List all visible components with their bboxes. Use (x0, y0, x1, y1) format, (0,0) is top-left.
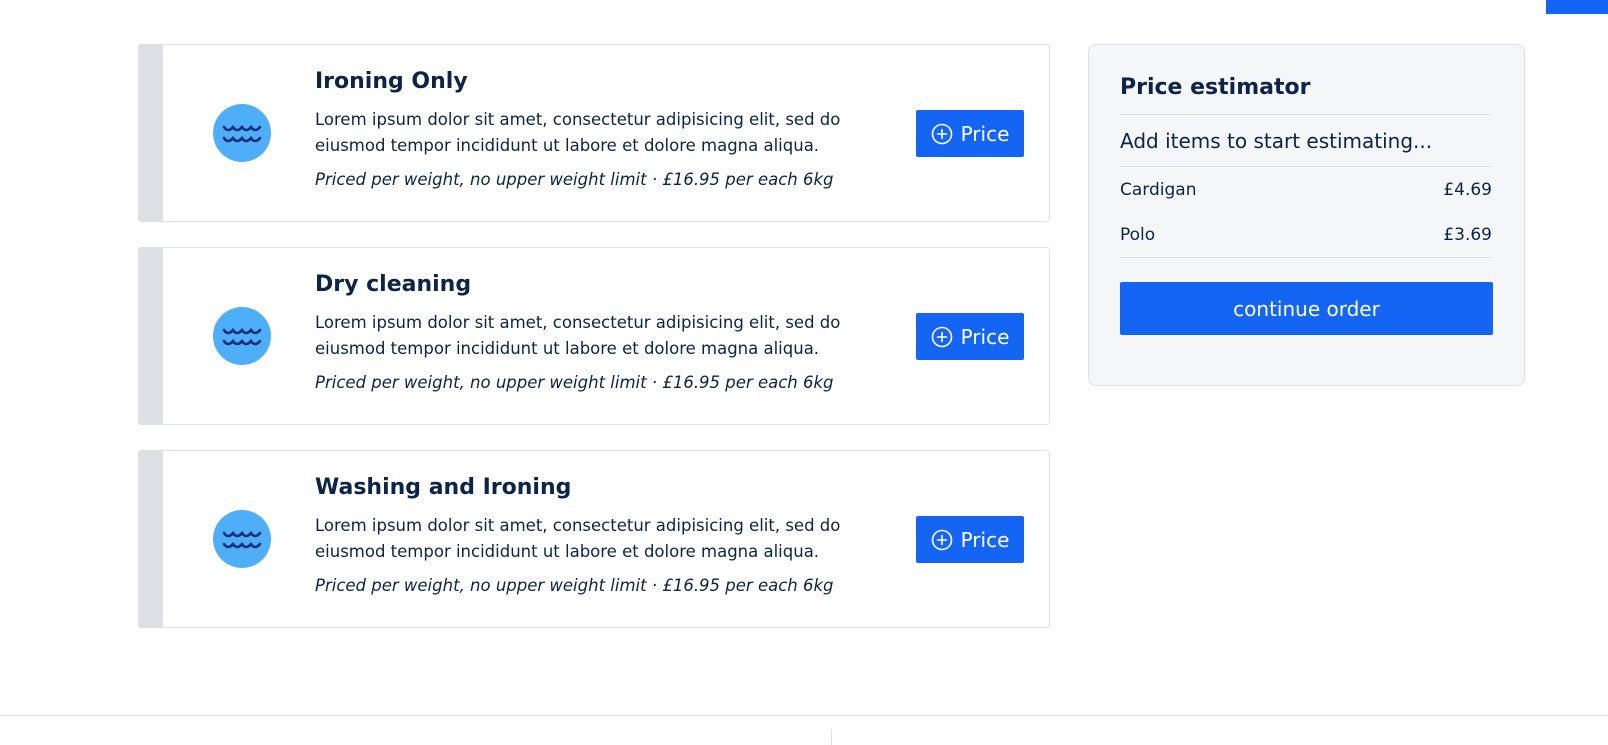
plus-circle-icon (931, 123, 952, 144)
price-button-label: Price (960, 527, 1010, 552)
pricing-note: Priced per weight, no upper weight limit… (315, 373, 834, 392)
item-name: Cardigan (1120, 180, 1197, 200)
item-price: £3.69 (1443, 225, 1492, 245)
service-description: Lorem ipsum dolor sit amet, consectetur … (315, 516, 841, 561)
plus-circle-icon (931, 529, 952, 550)
service-title: Washing and Ironing (315, 475, 572, 500)
top-right-menu-button[interactable] (1546, 0, 1608, 14)
service-card-washing-and-ironing: Washing and Ironing Lorem ipsum dolor si… (138, 450, 1050, 628)
estimator-item-polo: Polo £3.69 (1120, 225, 1492, 245)
water-waves-icon (213, 307, 271, 365)
estimator-item-cardigan: Cardigan £4.69 (1120, 180, 1492, 200)
estimator-title: Price estimator (1120, 75, 1311, 100)
estimator-hint: Add items to start estimating... (1120, 129, 1433, 153)
divider (1120, 114, 1492, 115)
item-name: Polo (1120, 225, 1156, 245)
service-card-ironing-only: Ironing Only Lorem ipsum dolor sit amet,… (138, 44, 1050, 222)
service-description: Lorem ipsum dolor sit amet, consectetur … (315, 313, 841, 358)
price-button-label: Price (960, 121, 1010, 146)
card-stripe (139, 248, 163, 424)
service-title: Ironing Only (315, 69, 468, 94)
water-waves-icon (213, 510, 271, 568)
service-title: Dry cleaning (315, 272, 472, 297)
card-stripe (139, 45, 163, 221)
price-button[interactable]: Price (916, 516, 1024, 563)
pricing-note: Priced per weight, no upper weight limit… (315, 170, 834, 189)
price-estimator-panel: Price estimator Add items to start estim… (1088, 44, 1525, 386)
continue-order-button[interactable]: continue order (1120, 282, 1493, 335)
pricing-note: Priced per weight, no upper weight limit… (315, 576, 834, 595)
price-button-label: Price (960, 324, 1010, 349)
price-button[interactable]: Price (916, 313, 1024, 360)
divider (1120, 257, 1492, 258)
footer-divider (0, 715, 1608, 716)
divider (1120, 166, 1492, 167)
footer-separator (831, 729, 832, 745)
item-price: £4.69 (1443, 180, 1492, 200)
plus-circle-icon (931, 326, 952, 347)
water-waves-icon (213, 104, 271, 162)
service-description: Lorem ipsum dolor sit amet, consectetur … (315, 110, 841, 155)
card-stripe (139, 451, 163, 627)
price-button[interactable]: Price (916, 110, 1024, 157)
service-card-dry-cleaning: Dry cleaning Lorem ipsum dolor sit amet,… (138, 247, 1050, 425)
service-list: Ironing Only Lorem ipsum dolor sit amet,… (138, 44, 1050, 653)
